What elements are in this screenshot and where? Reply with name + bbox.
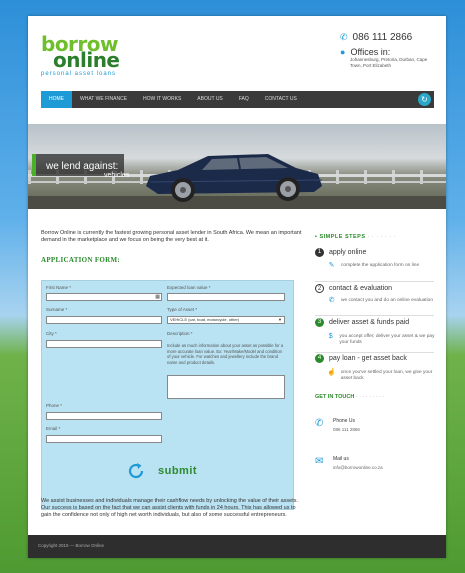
nav-item-how-it-works[interactable]: HOW IT WORKS xyxy=(135,91,189,108)
banner-title: we lend against: xyxy=(46,161,119,172)
form-heading: APPLICATION FORM: xyxy=(41,256,121,264)
surname-field[interactable] xyxy=(46,316,162,324)
application-form: First Name * ▦ Surname * City * Phone * … xyxy=(41,280,294,510)
asset-type-select[interactable]: VEHICLE (car, boat, motorcycle, other) ▼ xyxy=(167,316,285,324)
steps-title-text: SIMPLE STEPS xyxy=(319,234,366,240)
header-contact: ✆ 086 111 2866 ● Offices in: Johannesbur… xyxy=(340,32,440,69)
steps-title: ▪ SIMPLE STEPS · · · · · · · xyxy=(315,234,397,240)
step-2: 2 contact & evaluation xyxy=(315,284,392,293)
separator xyxy=(315,315,434,316)
main-nav: HOME WHAT WE FINANCE HOW IT WORKS ABOUT … xyxy=(41,91,434,108)
step-1-label: apply online xyxy=(329,249,367,256)
step-3-desc: $ you accept offer, deliver your asset &… xyxy=(327,333,437,346)
phone-contact-text: Phone Us 086 111 2866 xyxy=(333,418,360,432)
phone-us-label: Phone Us xyxy=(333,418,355,424)
phone-small-icon: ✆ xyxy=(328,297,335,304)
phone-icon: ✆ xyxy=(315,418,324,429)
step-2-desc-text: we contact you and do an online evaluati… xyxy=(341,298,434,303)
banner-subtitle: vehicles xyxy=(104,172,130,179)
hero-banner: we lend against: vehicles xyxy=(28,124,446,209)
nav-item-home[interactable]: HOME xyxy=(41,91,72,108)
phone-label: Phone * xyxy=(46,403,63,408)
nav-item-faq[interactable]: FAQ xyxy=(231,91,257,108)
expected-value-field[interactable] xyxy=(167,293,285,301)
step-2-desc: ✆ we contact you and do an online evalua… xyxy=(327,297,437,304)
logo-word-online: online xyxy=(53,48,120,72)
mail-contact-text: Mail us info@borrowonline.co.za xyxy=(333,456,383,470)
phone-field[interactable] xyxy=(46,412,162,420)
step-1-desc-text: complete the application form on line xyxy=(341,263,420,268)
separator xyxy=(315,352,434,353)
nav-item-contact-us[interactable]: CONTACT US xyxy=(257,91,305,108)
dropdown-arrow-icon: ▼ xyxy=(278,317,282,322)
description-textarea[interactable] xyxy=(167,375,285,399)
phone-icon: ✆ xyxy=(340,32,348,42)
location-pin-icon: ● xyxy=(340,47,346,57)
refresh-icon[interactable] xyxy=(126,461,146,481)
first-name-field[interactable]: ▦ xyxy=(46,293,162,301)
submit-button[interactable]: submit xyxy=(158,465,197,477)
step-4-label: pay loan - get asset back xyxy=(329,355,407,362)
city-field[interactable] xyxy=(46,340,162,348)
step-4-desc: ☝ once you've settled your loan, we give… xyxy=(327,369,437,382)
phone-contact[interactable]: ✆ Phone Us 086 111 2866 xyxy=(315,418,360,432)
step-1: 1 apply online xyxy=(315,248,366,257)
step-2-number: 2 xyxy=(315,284,324,293)
footer: Copyright 2015 — Borrow Online xyxy=(28,535,446,558)
description-help-text: Include as much information about your a… xyxy=(167,343,284,365)
offices-heading: ● Offices in: xyxy=(340,47,440,57)
mail-us-label: Mail us xyxy=(333,456,349,462)
step-1-desc: ✎ complete the application form on line xyxy=(327,262,437,269)
calendar-icon[interactable]: ▦ xyxy=(155,294,160,300)
step-2-label: contact & evaluation xyxy=(329,285,393,292)
outro-paragraph: We assist businesses and individuals man… xyxy=(41,498,299,518)
mail-contact[interactable]: ✉ Mail us info@borrowonline.co.za xyxy=(315,456,383,470)
offices-title: Offices in: xyxy=(350,47,391,57)
footer-copyright: Copyright 2015 — Borrow Online xyxy=(38,543,105,548)
mail-us-address: info@borrowonline.co.za xyxy=(333,465,383,470)
city-label: City * xyxy=(46,331,57,336)
thumbs-up-icon: ☝ xyxy=(327,369,336,376)
separator xyxy=(315,281,434,282)
phone-us-number: 086 111 2866 xyxy=(333,427,360,432)
surname-label: Surname * xyxy=(46,307,68,312)
step-3-number: 3 xyxy=(315,318,324,327)
step-3-desc-text: you accept offer, deliver your asset & w… xyxy=(339,334,435,345)
nav-item-what-we-finance[interactable]: WHAT WE FINANCE xyxy=(72,91,135,108)
step-3-label: deliver asset & funds paid xyxy=(329,319,410,326)
asset-type-selected: VEHICLE (car, boat, motorcycle, other) xyxy=(170,317,240,322)
header-phone-number: 086 111 2866 xyxy=(352,32,413,43)
submit-area: submit xyxy=(126,461,197,481)
first-name-label: First Name * xyxy=(46,285,72,290)
nav-toggle-icon[interactable]: ↻ xyxy=(418,93,431,106)
intro-paragraph: Borrow Online is currently the fastest g… xyxy=(41,230,302,243)
nav-item-about-us[interactable]: ABOUT US xyxy=(189,91,230,108)
asset-type-label: Type of Asset * xyxy=(167,307,198,312)
get-in-touch-title: GET IN TOUCH · · · · · · · · · xyxy=(315,394,385,400)
step-4-number: 4 xyxy=(315,354,324,363)
description-label: Description * xyxy=(167,331,193,336)
page-container: borrow online personal asset loans ✆ 086… xyxy=(28,16,446,558)
pencil-icon: ✎ xyxy=(328,262,335,269)
office-address: Johannesburg, Pretoria, Durban, Cape Tow… xyxy=(350,57,428,68)
logo[interactable]: borrow online personal asset loans xyxy=(41,34,161,77)
header-phone[interactable]: ✆ 086 111 2866 xyxy=(340,32,440,43)
step-4-desc-text: once you've settled your loan, we give y… xyxy=(340,370,433,381)
car-image xyxy=(146,154,323,202)
envelope-icon: ✉ xyxy=(315,456,324,467)
step-3: 3 deliver asset & funds paid xyxy=(315,318,409,327)
dollar-icon: $ xyxy=(328,333,333,340)
email-label: Email * xyxy=(46,426,61,431)
email-field[interactable] xyxy=(46,435,162,443)
step-1-number: 1 xyxy=(315,248,324,257)
step-4: 4 pay loan - get asset back xyxy=(315,354,407,363)
expected-value-label: Expected loan value * xyxy=(167,285,211,290)
logo-tagline: personal asset loans xyxy=(41,71,117,77)
get-in-touch-text: GET IN TOUCH xyxy=(315,394,355,400)
